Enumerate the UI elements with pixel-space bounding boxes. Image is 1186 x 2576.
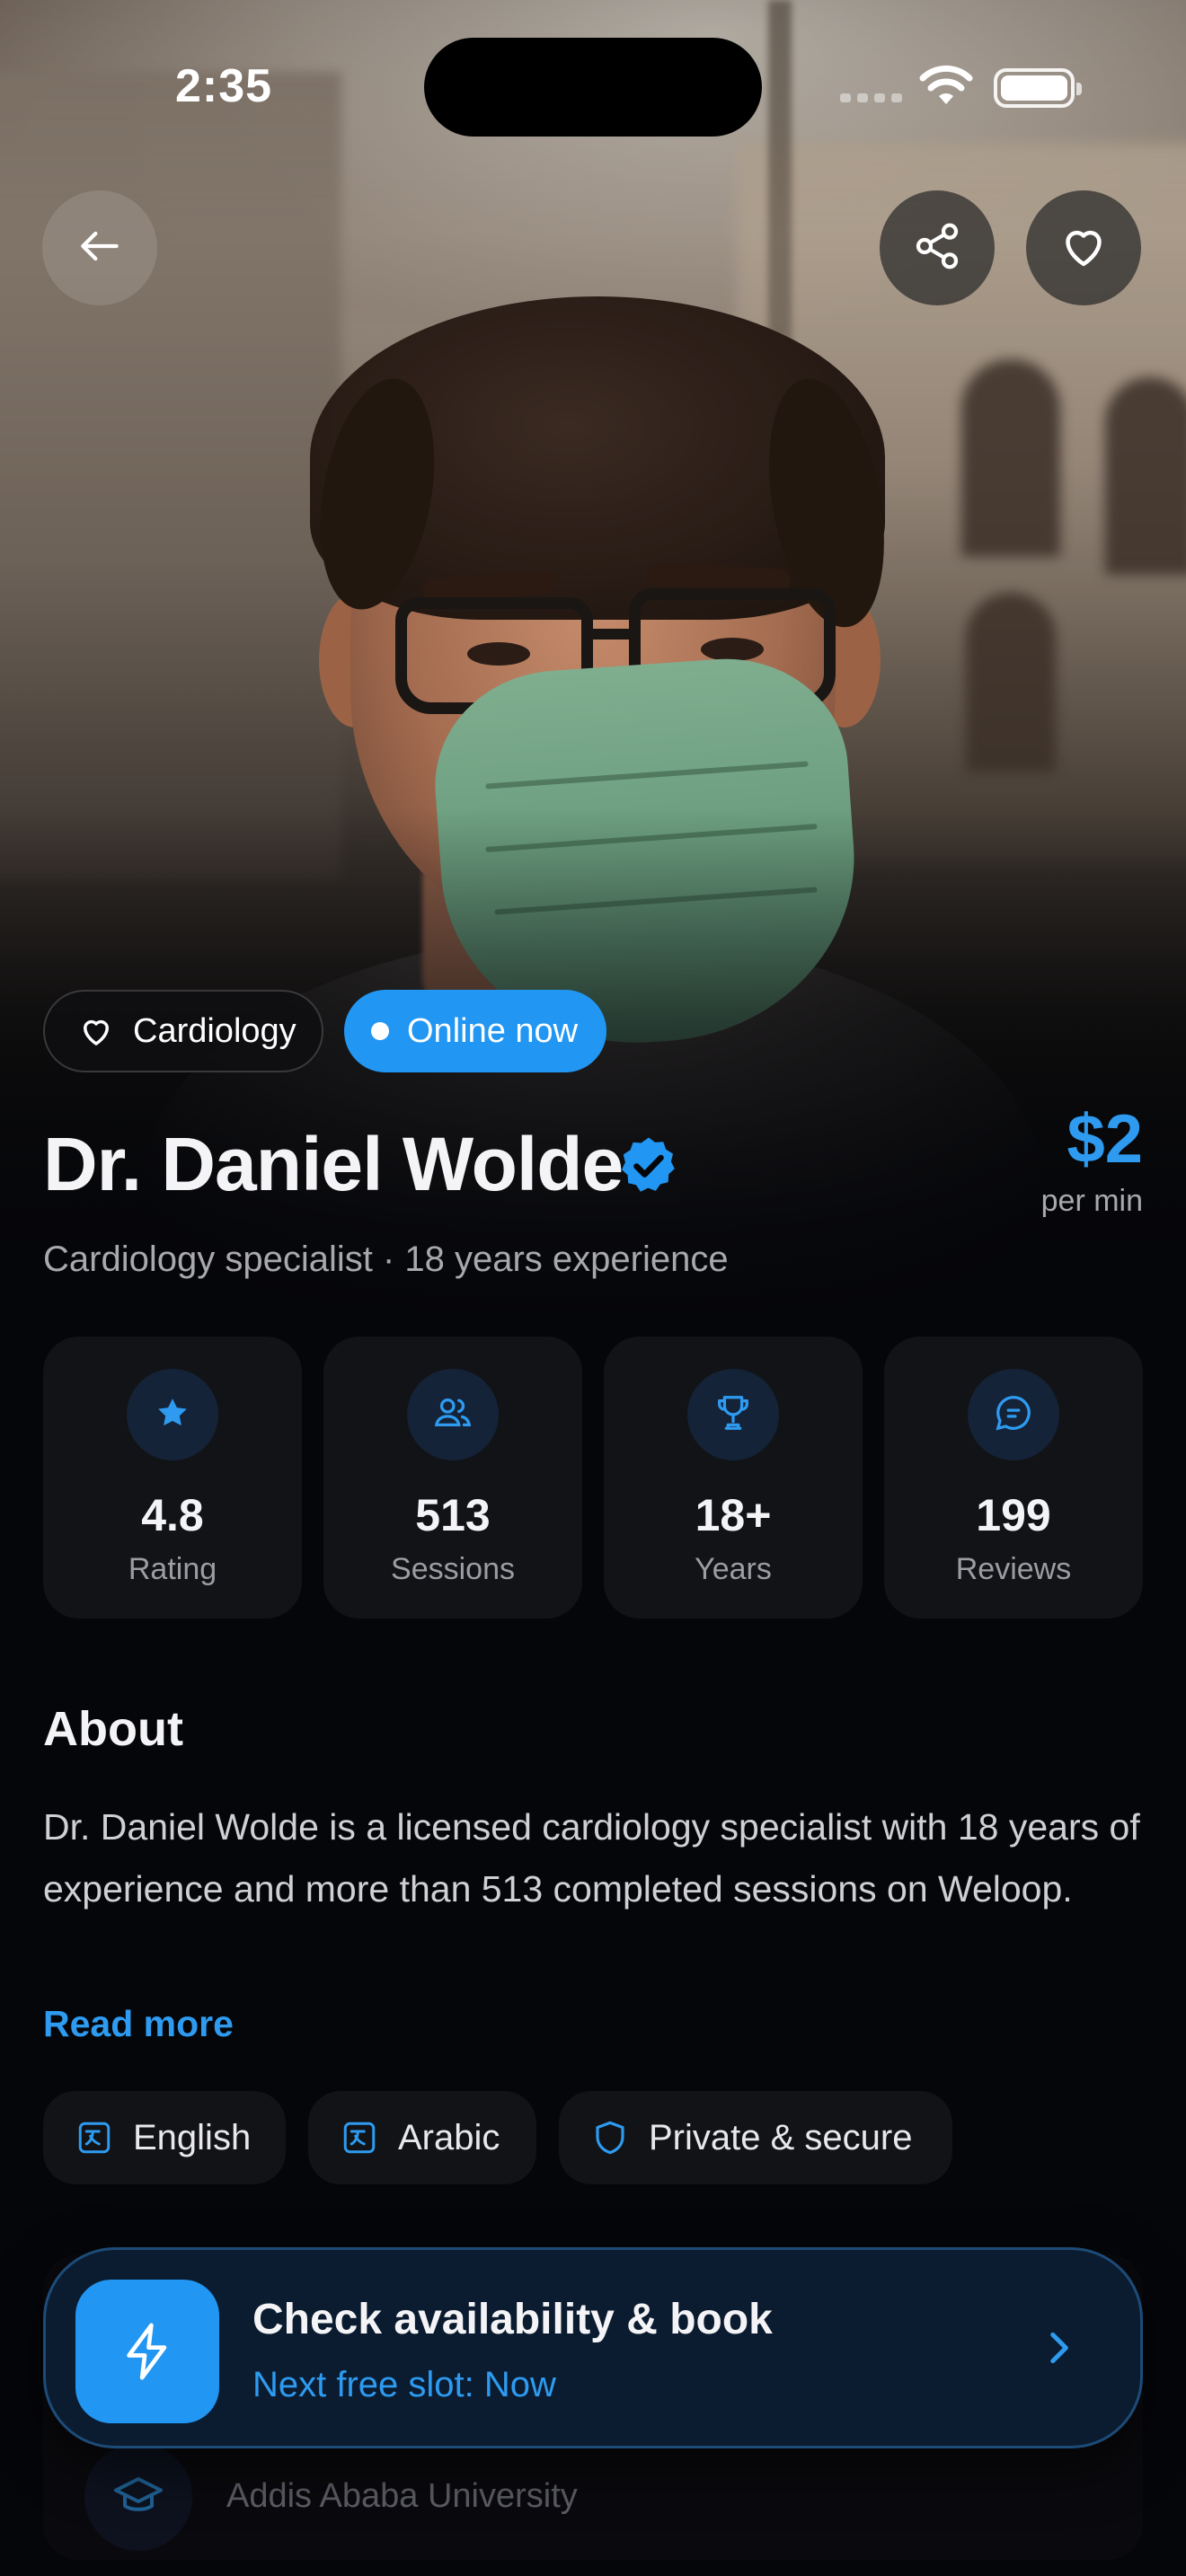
stat-card-reviews: 199 Reviews [884, 1337, 1143, 1619]
trophy-icon [712, 1392, 754, 1438]
online-status-label: Online now [407, 1011, 579, 1050]
stat-card-years: 18+ Years [604, 1337, 863, 1619]
doctor-profile-screen: 2:35 Cardiology Online now Dr. Daniel Wo… [0, 0, 1186, 2576]
education-institution: Addis Ababa University [226, 2477, 578, 2515]
stat-value: 18+ [695, 1490, 772, 1540]
about-heading: About [43, 1702, 183, 1756]
favorite-button[interactable] [1026, 190, 1141, 305]
tag-private-secure: Private & secure [559, 2091, 952, 2184]
graduation-cap-icon [84, 2443, 192, 2551]
wifi-icon [918, 63, 974, 112]
online-dot-icon [371, 1022, 389, 1040]
status-time: 2:35 [175, 60, 273, 112]
stat-card-sessions: 513 Sessions [323, 1337, 582, 1619]
users-icon [432, 1392, 474, 1438]
share-button[interactable] [880, 190, 995, 305]
heart-icon [77, 1012, 115, 1050]
stat-value: 4.8 [141, 1490, 204, 1540]
translate-icon [75, 2119, 113, 2157]
stat-label: Sessions [391, 1552, 515, 1586]
specialty-chip: Cardiology [43, 990, 323, 1072]
back-button[interactable] [42, 190, 157, 305]
chevron-right-icon [1036, 2325, 1081, 2375]
arrow-left-icon [75, 221, 125, 276]
shield-icon [591, 2119, 629, 2157]
read-more-link[interactable]: Read more [43, 2003, 234, 2045]
tag-english: English [43, 2091, 286, 2184]
share-icon [912, 221, 962, 276]
heart-icon [1057, 219, 1111, 278]
stat-value: 199 [976, 1490, 1051, 1540]
online-status-chip: Online now [344, 990, 606, 1072]
cta-subtitle: Next free slot: Now [252, 2365, 556, 2404]
battery-icon [994, 68, 1082, 108]
book-availability-button[interactable]: Check availability & book Next free slot… [43, 2247, 1143, 2448]
translate-icon [341, 2119, 378, 2157]
bolt-icon [75, 2280, 219, 2423]
tag-label: Arabic [398, 2117, 500, 2157]
verified-badge-icon [616, 1134, 681, 1203]
doctor-subtitle: Cardiology specialist · 18 years experie… [43, 1239, 729, 1279]
message-icon [993, 1392, 1034, 1438]
doctor-name: Dr. Daniel Wolde [43, 1122, 624, 1206]
dynamic-island [424, 38, 762, 137]
stat-label: Reviews [955, 1552, 1072, 1586]
cellular-signal-icon [840, 93, 902, 102]
stat-label: Years [695, 1552, 772, 1586]
tag-label: Private & secure [649, 2117, 913, 2157]
price-value: $2 [1067, 1101, 1143, 1178]
tag-label: English [133, 2117, 252, 2157]
stat-card-rating: 4.8 Rating [43, 1337, 302, 1619]
about-text: Dr. Daniel Wolde is a licensed cardiolog… [43, 1806, 1140, 1910]
cta-title: Check availability & book [252, 2296, 773, 2343]
tag-arabic: Arabic [308, 2091, 536, 2184]
specialty-label: Cardiology [133, 1011, 296, 1050]
price-unit: per min [1040, 1184, 1143, 1218]
star-icon [155, 1395, 190, 1435]
stat-value: 513 [415, 1490, 491, 1540]
stat-label: Rating [128, 1552, 217, 1586]
